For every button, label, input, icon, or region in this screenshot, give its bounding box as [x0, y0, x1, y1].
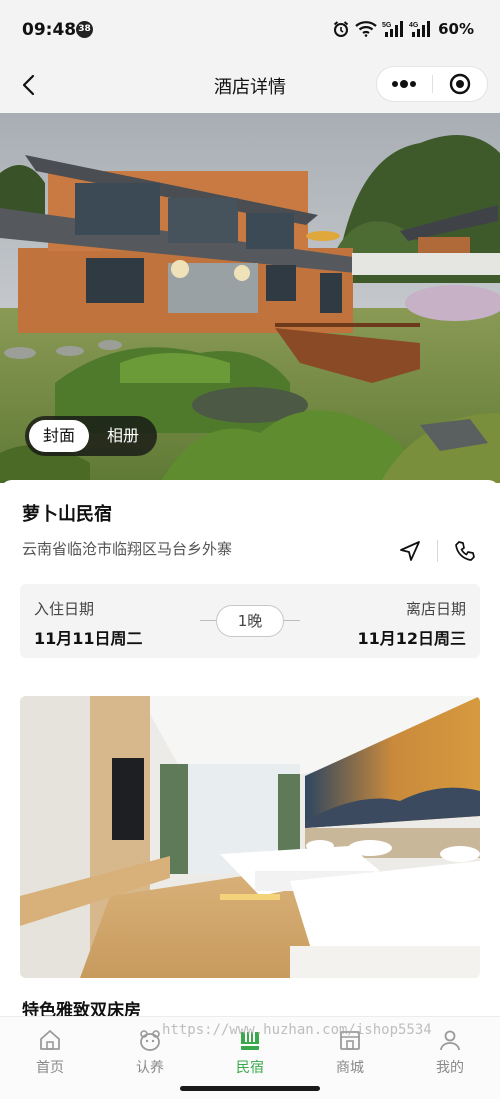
tab-cover[interactable]: 封面 — [29, 420, 90, 452]
more-icon — [392, 80, 417, 88]
tab-adopt[interactable]: 认养 — [100, 1017, 200, 1080]
nav-bar: 酒店详情 — [0, 58, 500, 113]
cover-album-toggle: 封面 相册 — [25, 416, 158, 456]
navigate-button[interactable] — [397, 538, 423, 564]
room-photo[interactable] — [20, 696, 480, 978]
close-miniprogram-button[interactable] — [433, 67, 488, 101]
hotel-info-card: 萝卜山民宿 云南省临沧市临翔区马台乡外寨 入住日期 11月11日周二 1晚 离店… — [0, 480, 500, 1021]
tab-album[interactable]: 相册 — [93, 420, 153, 452]
homestay-icon — [237, 1027, 263, 1053]
checkin-label: 入住日期 — [34, 600, 95, 618]
mall-icon — [337, 1027, 363, 1053]
tab-homestay-label: 民宿 — [236, 1060, 264, 1076]
nights-count: 1晚 — [216, 605, 284, 637]
tab-profile[interactable]: 我的 — [400, 1017, 500, 1080]
svg-text:4G: 4G — [409, 22, 419, 29]
tab-profile-label: 我的 — [436, 1060, 464, 1076]
adopt-icon — [137, 1027, 163, 1053]
more-button[interactable] — [377, 67, 432, 101]
navigate-icon — [400, 541, 420, 561]
room-photo-image — [20, 696, 480, 978]
checkin-date: 11月11日周二 — [34, 629, 143, 648]
4g-signal-icon: 4G — [409, 20, 431, 38]
checkout-date: 11月12日周三 — [357, 629, 466, 648]
tab-mall[interactable]: 商城 — [300, 1017, 400, 1080]
alarm-icon — [332, 20, 350, 38]
wifi-icon — [355, 21, 377, 37]
hotel-name: 萝卜山民宿 — [22, 504, 112, 525]
home-icon — [37, 1027, 63, 1053]
tab-homestay[interactable]: 民宿 — [200, 1017, 300, 1080]
status-bar: 09:48 38 5G 4G 60% — [0, 0, 500, 58]
profile-icon — [437, 1027, 463, 1053]
status-indicators: 5G 4G 60% — [332, 19, 474, 39]
svg-text:5G: 5G — [382, 22, 392, 29]
tab-mall-label: 商城 — [336, 1060, 364, 1076]
address-actions — [397, 538, 478, 564]
call-button[interactable] — [452, 538, 478, 564]
miniprogram-capsule — [376, 66, 488, 102]
home-indicator[interactable] — [180, 1086, 320, 1091]
action-divider — [437, 540, 438, 562]
battery-level: 60% — [438, 20, 474, 38]
close-miniprogram-icon — [449, 73, 470, 95]
tab-adopt-label: 认养 — [136, 1060, 164, 1076]
notification-badge: 38 — [76, 21, 93, 38]
5g-signal-icon: 5G — [382, 20, 404, 38]
bottom-tab-bar: 首页 认养 民宿 商城 我的 — [0, 1016, 500, 1080]
status-time: 09:48 — [22, 20, 77, 40]
tab-home[interactable]: 首页 — [0, 1017, 100, 1080]
checkout-label: 离店日期 — [405, 600, 466, 618]
stay-date-picker[interactable]: 入住日期 11月11日周二 1晚 离店日期 11月12日周三 — [20, 584, 480, 658]
tab-home-label: 首页 — [36, 1060, 64, 1076]
hotel-cover-image[interactable]: 封面 相册 — [0, 113, 500, 483]
hotel-address: 云南省临沧市临翔区马台乡外寨 — [22, 540, 233, 558]
phone-icon — [455, 541, 475, 561]
